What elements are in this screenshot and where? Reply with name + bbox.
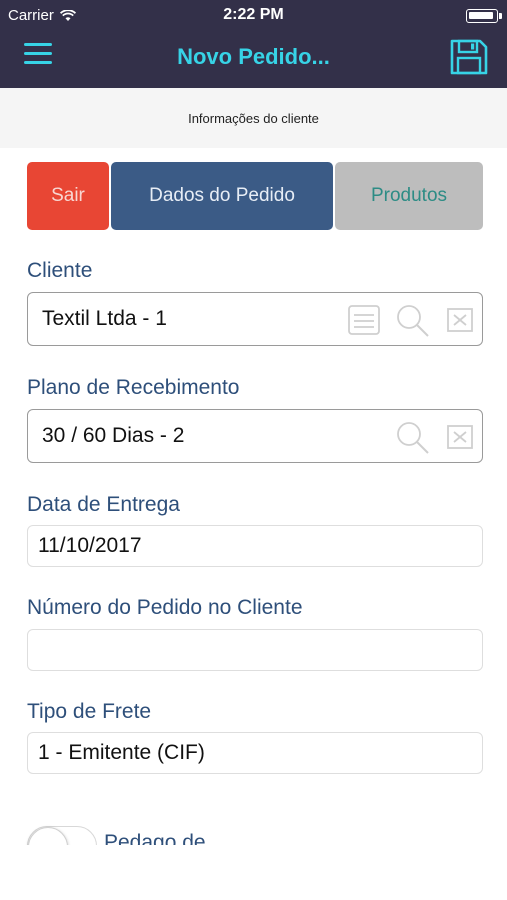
toggle-label: Pedago de ... — [104, 831, 229, 845]
tab-produtos[interactable]: Produtos — [335, 162, 483, 230]
battery-icon — [466, 9, 502, 23]
tipo-frete-value: 1 - Emitente (CIF) — [38, 741, 205, 764]
bottom-area — [0, 845, 507, 900]
save-icon[interactable] — [449, 37, 489, 77]
plano-label: Plano de Recebimento — [27, 376, 240, 399]
plano-value: 30 / 60 Dias - 2 — [42, 424, 185, 447]
data-entrega-field[interactable]: 11/10/2017 — [27, 525, 483, 567]
section-header: Informações do cliente — [0, 88, 507, 148]
navigation-bar: Carrier 2:22 PM Novo Pedido... — [0, 0, 507, 88]
tab-bar: Sair Dados do Pedido Produtos — [27, 162, 483, 230]
tipo-frete-label: Tipo de Frete — [27, 700, 152, 723]
cliente-value: Textil Ltda - 1 — [42, 307, 167, 330]
data-entrega-value: 11/10/2017 — [38, 534, 142, 557]
cliente-label: Cliente — [27, 259, 93, 282]
search-icon[interactable] — [394, 419, 430, 455]
numero-pedido-field[interactable] — [27, 629, 483, 671]
tipo-frete-field[interactable]: 1 - Emitente (CIF) — [27, 732, 483, 774]
plano-field[interactable]: 30 / 60 Dias - 2 — [27, 409, 483, 463]
cliente-field[interactable]: Textil Ltda - 1 — [27, 292, 483, 346]
tab-sair[interactable]: Sair — [27, 162, 109, 230]
numero-pedido-label: Número do Pedido no Cliente — [27, 596, 303, 619]
status-bar: Carrier 2:22 PM — [0, 0, 507, 32]
search-icon[interactable] — [394, 302, 430, 338]
page-title: Novo Pedido... — [177, 44, 330, 69]
list-icon[interactable] — [346, 302, 382, 338]
status-time: 2:22 PM — [223, 6, 284, 23]
clear-icon[interactable] — [442, 302, 478, 338]
clear-icon[interactable] — [442, 419, 478, 455]
tab-dados-do-pedido[interactable]: Dados do Pedido — [111, 162, 333, 230]
data-entrega-label: Data de Entrega — [27, 493, 180, 516]
